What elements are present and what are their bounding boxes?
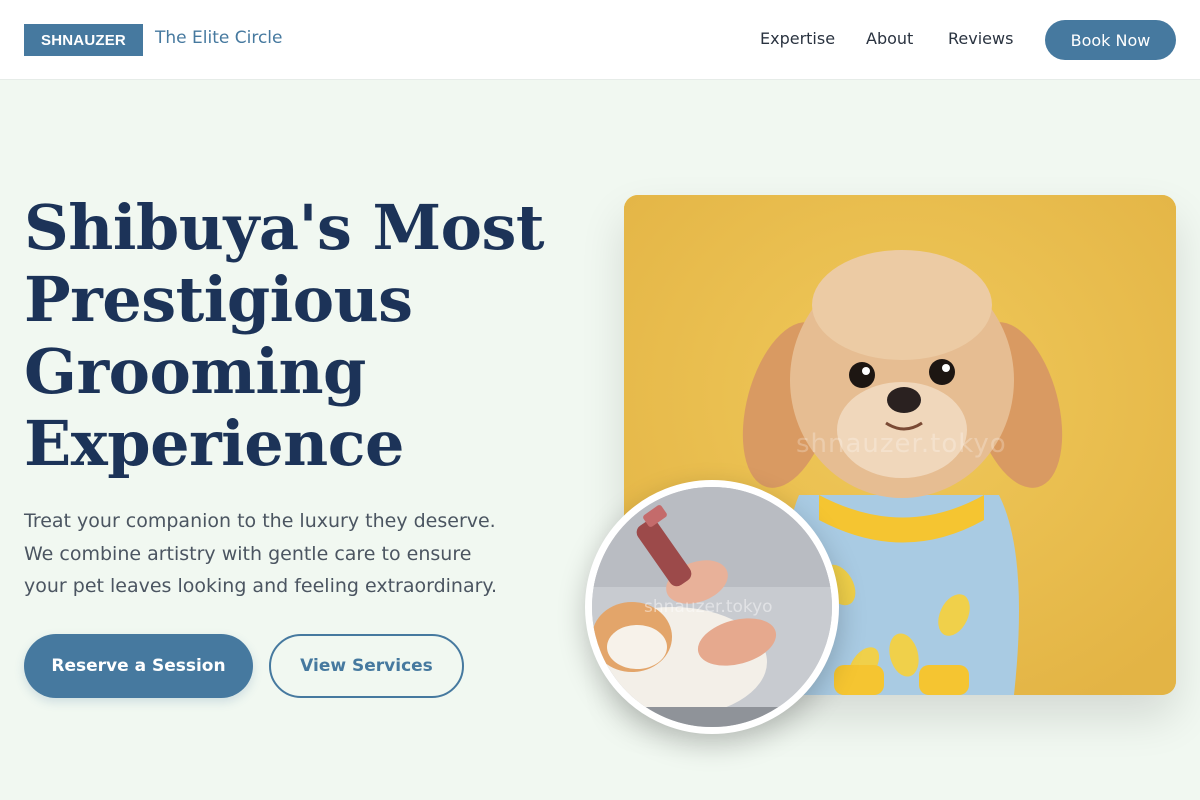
site-header: SHNAUZER The Elite Circle Expertise Abou… [0,0,1200,80]
nav-link-reviews[interactable]: Reviews [948,29,1013,48]
headline-line: Shibuya's Most [24,191,545,264]
reserve-session-button[interactable]: Reserve a Session [24,634,253,698]
brand-logo[interactable]: SHNAUZER [24,24,143,56]
nav-link-about[interactable]: About [866,29,913,48]
headline-line: Experience [24,407,404,480]
headline-line: Grooming [24,335,366,408]
description-line: Treat your companion to the luxury they … [24,510,496,532]
headline-line: Prestigious [24,263,413,336]
hero-headline: Shibuya's Most Prestigious Grooming Expe… [24,192,584,480]
description-line: We combine artistry with gentle care to … [24,542,472,565]
book-now-button[interactable]: Book Now [1045,20,1176,60]
brand-tagline: The Elite Circle [155,28,283,48]
grooming-photo: shnauzer.tokyo [585,480,839,734]
photo-watermark: shnauzer.tokyo [796,429,1007,459]
description-line: your pet leaves looking and feeling extr… [24,575,498,597]
hero-description: Treat your companion to the luxury they … [24,505,544,603]
view-services-button[interactable]: View Services [269,634,464,698]
photo-watermark: shnauzer.tokyo [644,597,773,617]
nav-link-expertise[interactable]: Expertise [760,29,835,48]
